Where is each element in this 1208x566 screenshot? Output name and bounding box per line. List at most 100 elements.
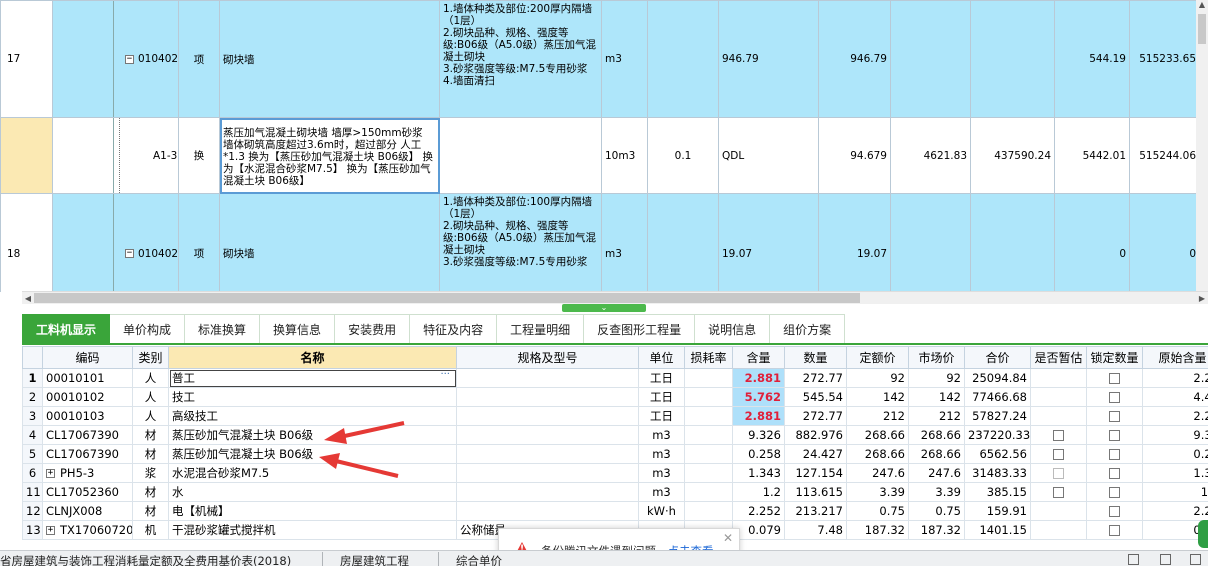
resource-market-price[interactable]: 142	[908, 387, 965, 407]
resource-estimate[interactable]	[1030, 425, 1087, 445]
resource-name[interactable]: 电【机械】	[168, 501, 457, 521]
checkbox[interactable]	[1109, 468, 1120, 479]
resource-estimate[interactable]	[1030, 387, 1087, 407]
scroll-thumb[interactable]	[1198, 14, 1206, 44]
tab-features-content[interactable]: 特征及内容	[410, 314, 498, 344]
header-name[interactable]: 名称	[168, 346, 457, 369]
resource-name[interactable]: 普工 ···	[168, 368, 457, 388]
tab-standard-conversion[interactable]: 标准换算	[185, 314, 261, 344]
checkbox[interactable]	[1109, 392, 1120, 403]
grid-icon[interactable]	[1160, 554, 1171, 565]
expand-icon[interactable]: +	[46, 469, 55, 478]
resource-name[interactable]: 水	[168, 482, 457, 502]
table-row[interactable]: 3 00010103 人高级技工 工日 2.881 272.77 212 212 57827.2…	[22, 406, 1208, 426]
tab-quantity-detail[interactable]: 工程量明细	[497, 314, 585, 344]
table-row[interactable]: 5 CL17067390 材蒸压砂加气混凝土块 B06级 m3 0.258 24.427 2…	[22, 444, 1208, 464]
more-options-icon[interactable]: ···	[440, 370, 450, 381]
header-total[interactable]: 合价	[964, 346, 1031, 369]
checkbox[interactable]	[1053, 430, 1064, 441]
checkbox[interactable]	[1109, 525, 1120, 536]
resource-estimate[interactable]	[1030, 501, 1087, 521]
resource-lock[interactable]	[1086, 482, 1143, 502]
resource-market-price[interactable]: 0.75	[908, 501, 965, 521]
resource-content[interactable]: 2.881	[732, 368, 785, 388]
tab-pricing-scheme[interactable]: 组价方案	[770, 314, 846, 344]
resource-content[interactable]: 2.252	[732, 501, 785, 521]
header-unit[interactable]: 单位	[638, 346, 685, 369]
expand-icon[interactable]: +	[46, 526, 55, 535]
collapse-icon[interactable]: −	[125, 249, 134, 258]
tab-unit-price-composition[interactable]: 单价构成	[110, 314, 186, 344]
resource-market-price[interactable]: 268.66	[908, 425, 965, 445]
resource-name[interactable]: 高级技工	[168, 406, 457, 426]
resource-estimate[interactable]	[1030, 406, 1087, 426]
checkbox[interactable]	[1109, 373, 1120, 384]
quota-row[interactable]: A1-32 R*1.3 换 蒸压加气混凝土砌块墙 墙厚>150mm砂浆 墙体砌筑…	[0, 117, 1208, 194]
window-icon[interactable]	[1190, 554, 1201, 565]
table-row[interactable]: 4 CL17067390 材蒸压砂加气混凝土块 B06级 m3 9.326 882.976…	[22, 425, 1208, 445]
table-row[interactable]: 11 CL17052360 材水 m3 1.2 113.615 3.39 3.39 385.15…	[22, 482, 1208, 502]
close-icon[interactable]: ✕	[723, 531, 733, 545]
header-category[interactable]: 类别	[132, 346, 169, 369]
vertical-scrollbar[interactable]: ▲	[1196, 0, 1208, 292]
resource-lock[interactable]	[1086, 368, 1143, 388]
tab-installation-fee[interactable]: 安装费用	[335, 314, 411, 344]
resource-market-price[interactable]: 212	[908, 406, 965, 426]
resource-lock[interactable]	[1086, 406, 1143, 426]
item-expression[interactable]: 19.07	[718, 193, 819, 292]
header-lock-qty[interactable]: 锁定数量	[1086, 346, 1143, 369]
checkbox[interactable]	[1109, 506, 1120, 517]
header-quantity[interactable]: 数量	[784, 346, 847, 369]
resource-lock[interactable]	[1086, 520, 1143, 540]
tab-graphic-quantity[interactable]: 反查图形工程量	[584, 314, 696, 344]
header-quota-price[interactable]: 定额价	[846, 346, 909, 369]
resource-content[interactable]: 0.079	[732, 520, 785, 540]
checkbox[interactable]	[1053, 449, 1064, 460]
pane-splitter-handle[interactable]: ⌄	[562, 304, 646, 312]
resource-name[interactable]: 蒸压砂加气混凝土块 B06级	[168, 425, 457, 445]
item-row[interactable]: 18 −010402001003 项 砌块墙 1.墙体种类及部位:100厚内隔墙…	[0, 193, 1208, 292]
resource-lock[interactable]	[1086, 387, 1143, 407]
item-description[interactable]: 1.墙体种类及部位:200厚内隔墙（1层） 2.砌块品种、规格、强度等级:B06级…	[439, 0, 602, 118]
table-row[interactable]: 1 00010101 人普工 ··· 工日 2.881 272.77 92 92 25094.84…	[22, 368, 1208, 388]
header-loss-rate[interactable]: 损耗率	[684, 346, 733, 369]
header-market-price[interactable]: 市场价	[908, 346, 965, 369]
horizontal-scrollbar[interactable]: ◀ ▶	[22, 291, 1208, 304]
header-spec[interactable]: 规格及型号	[456, 346, 639, 369]
resource-name[interactable]: 水泥混合砂浆M7.5	[168, 463, 457, 483]
header-content[interactable]: 含量	[732, 346, 785, 369]
item-description[interactable]: 1.墙体种类及部位:100厚内隔墙（1层） 2.砌块品种、规格、强度等级:B06级…	[439, 193, 602, 292]
resource-lock[interactable]	[1086, 501, 1143, 521]
checkbox[interactable]	[1053, 487, 1064, 498]
table-row[interactable]: 12 CLNJX008 材电【机械】 kW·h 2.252 213.217 0.75 0.75…	[22, 501, 1208, 521]
checkbox[interactable]	[1109, 449, 1120, 460]
resource-name[interactable]: 蒸压砂加气混凝土块 B06级	[168, 444, 457, 464]
scroll-up-icon[interactable]: ▲	[1196, 0, 1208, 9]
scroll-thumb[interactable]	[34, 293, 860, 303]
header-code[interactable]: 编码	[42, 346, 133, 369]
item-expression[interactable]: 946.79	[718, 0, 819, 118]
scroll-right-icon[interactable]: ▶	[1196, 292, 1208, 305]
resource-content[interactable]: 2.881	[732, 406, 785, 426]
item-row[interactable]: 17 −010402001002 项 砌块墙 1.墙体种类及部位:200厚内隔墙…	[0, 0, 1208, 118]
resource-name[interactable]: 技工	[168, 387, 457, 407]
resource-market-price[interactable]: 247.6	[908, 463, 965, 483]
resource-estimate[interactable]	[1030, 444, 1087, 464]
quota-expression[interactable]: QDL	[718, 117, 819, 194]
resource-estimate[interactable]	[1030, 520, 1087, 540]
resource-content[interactable]: 0.258	[732, 444, 785, 464]
resource-estimate[interactable]	[1030, 368, 1087, 388]
resource-estimate[interactable]	[1030, 463, 1087, 483]
resource-content[interactable]: 5.762	[732, 387, 785, 407]
resource-market-price[interactable]: 3.39	[908, 482, 965, 502]
header-estimate[interactable]: 是否暂估	[1030, 346, 1087, 369]
side-panel-handle[interactable]	[1198, 520, 1208, 548]
resource-lock[interactable]	[1086, 444, 1143, 464]
table-row[interactable]: 2 00010102 人技工 工日 5.762 545.54 142 142 77466.68 4…	[22, 387, 1208, 407]
checkbox[interactable]	[1109, 487, 1120, 498]
resource-market-price[interactable]: 187.32	[908, 520, 965, 540]
checkbox[interactable]	[1109, 430, 1120, 441]
header-original-content[interactable]: 原始含量	[1142, 346, 1208, 369]
resource-estimate[interactable]	[1030, 482, 1087, 502]
resource-lock[interactable]	[1086, 425, 1143, 445]
